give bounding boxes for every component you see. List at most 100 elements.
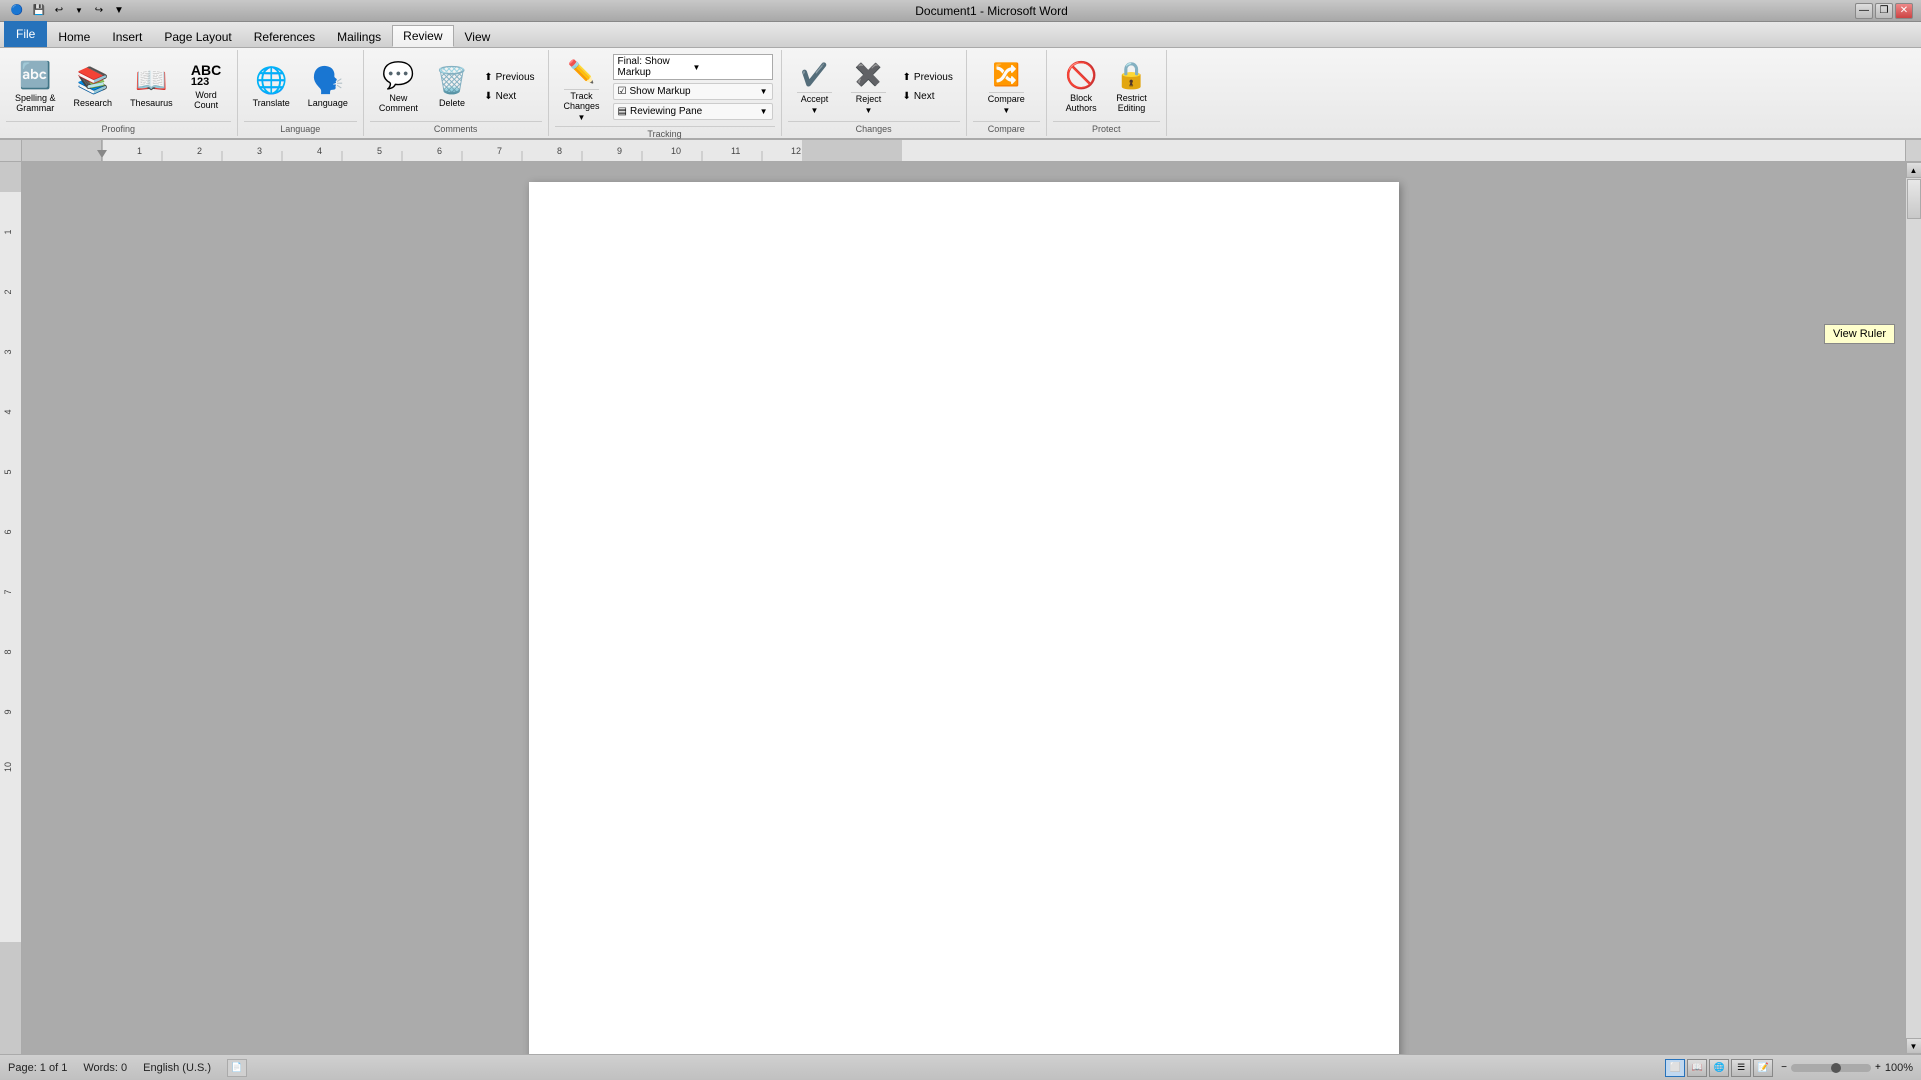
reviewing-pane-icon: ▤ — [618, 106, 627, 117]
reviewing-pane-label: Reviewing Pane — [630, 106, 702, 117]
reject-arrow[interactable]: ▼ — [861, 105, 877, 116]
new-comment-label: New Comment — [379, 93, 418, 113]
quick-access-more-button[interactable]: ▼ — [110, 2, 128, 20]
reject-button[interactable]: ✖️ Reject ▼ — [844, 57, 894, 117]
compare-button[interactable]: 🔀 Compare ▼ — [979, 57, 1034, 117]
language-content: 🌐 Translate 🗣️ Language — [244, 52, 357, 121]
undo-arrow-button[interactable]: ▼ — [70, 2, 88, 20]
tab-home[interactable]: Home — [47, 25, 101, 47]
draft-button[interactable]: 📝 — [1753, 1059, 1773, 1077]
svg-text:10: 10 — [3, 762, 13, 772]
block-authors-button[interactable]: 🚫 Block Authors — [1058, 57, 1104, 116]
tab-insert[interactable]: Insert — [101, 25, 153, 47]
delete-comment-button[interactable]: 🗑️ Delete — [429, 62, 475, 111]
compare-content: 🔀 Compare ▼ — [977, 52, 1036, 121]
zoom-thumb[interactable] — [1831, 1063, 1841, 1073]
close-button[interactable]: ✕ — [1895, 3, 1913, 19]
scroll-up-button[interactable]: ▲ — [1906, 162, 1921, 178]
previous-change-button[interactable]: ⬆ Previous — [898, 69, 958, 86]
language-label: Language — [308, 98, 348, 108]
vertical-scrollbar[interactable]: ▲ ▼ — [1905, 162, 1921, 1054]
window-controls: — ❐ ✕ — [1855, 3, 1913, 19]
translate-button[interactable]: 🌐 Translate — [246, 62, 297, 111]
delete-label: Delete — [439, 98, 465, 108]
tab-mailings[interactable]: Mailings — [326, 25, 392, 47]
new-comment-button[interactable]: 💬 New Comment — [372, 57, 425, 116]
ruler-scrollbar-corner — [1905, 140, 1921, 161]
scroll-track[interactable] — [1906, 178, 1921, 1038]
show-markup-button[interactable]: ☑ Show Markup ▼ — [613, 83, 773, 100]
translate-label: Translate — [253, 98, 290, 108]
thesaurus-button[interactable]: 📖 Thesaurus — [123, 62, 180, 111]
view-ruler-label: View Ruler — [1833, 328, 1886, 340]
zoom-percent[interactable]: 100% — [1885, 1062, 1913, 1074]
scroll-down-button[interactable]: ▼ — [1906, 1038, 1921, 1054]
spelling-grammar-button[interactable]: 🔤 Spelling & Grammar — [8, 57, 63, 116]
page-indicator: Page: 1 of 1 — [8, 1062, 67, 1074]
print-layout-button[interactable]: ⬜ — [1665, 1059, 1685, 1077]
scroll-thumb[interactable] — [1907, 179, 1921, 219]
block-authors-label: Block Authors — [1066, 93, 1097, 113]
group-protect: 🚫 Block Authors 🔒 Restrict Editing Prote… — [1047, 50, 1167, 136]
book-icon-button[interactable]: 📄 — [227, 1059, 247, 1077]
reviewing-pane-button[interactable]: ▤ Reviewing Pane ▼ — [613, 103, 773, 120]
restrict-editing-label: Restrict Editing — [1116, 93, 1147, 113]
track-changes-button[interactable]: ✏️ Track Changes ▼ — [557, 54, 607, 124]
tab-view[interactable]: View — [454, 25, 502, 47]
next-comment-label: Next — [496, 91, 517, 102]
accept-arrow[interactable]: ▼ — [807, 105, 823, 116]
previous-comment-label: Previous — [496, 72, 535, 83]
svg-text:6: 6 — [3, 529, 13, 534]
minimize-button[interactable]: — — [1855, 3, 1873, 19]
outline-button[interactable]: ☰ — [1731, 1059, 1751, 1077]
zoom-slider[interactable] — [1791, 1064, 1871, 1072]
document-area[interactable] — [22, 162, 1905, 1054]
protect-content: 🚫 Block Authors 🔒 Restrict Editing — [1056, 52, 1157, 121]
tab-file[interactable]: File — [4, 21, 47, 47]
view-mode-buttons: ⬜ 📖 🌐 ☰ 📝 — [1665, 1059, 1773, 1077]
compare-label: Compare — [984, 93, 1029, 105]
tab-references[interactable]: References — [243, 25, 326, 47]
accept-button[interactable]: ✔️ Accept ▼ — [790, 57, 840, 117]
zoom-in-button[interactable]: + — [1875, 1062, 1881, 1073]
compare-arrow[interactable]: ▼ — [998, 105, 1014, 116]
language-button[interactable]: 🗣️ Language — [301, 62, 355, 111]
group-comments: 💬 New Comment 🗑️ Delete ⬆ Previous ⬇ Nex… — [364, 50, 549, 136]
next-change-button[interactable]: ⬇ Next — [898, 88, 958, 105]
changes-group-label: Changes — [788, 121, 960, 134]
protect-group-label: Protect — [1053, 121, 1160, 134]
undo-button[interactable]: ↩ — [50, 2, 68, 20]
maximize-button[interactable]: ❐ — [1875, 3, 1893, 19]
web-layout-button[interactable]: 🌐 — [1709, 1059, 1729, 1077]
show-markup-label: Show Markup — [629, 86, 690, 97]
word-count-indicator: Words: 0 — [83, 1062, 127, 1074]
next-comment-button[interactable]: ⬇ Next — [479, 88, 539, 105]
translate-icon: 🌐 — [255, 65, 287, 96]
track-changes-arrow[interactable]: ▼ — [574, 112, 590, 123]
previous-comment-button[interactable]: ⬆ Previous — [479, 69, 539, 86]
previous-change-label: Previous — [914, 72, 953, 83]
tab-page-layout[interactable]: Page Layout — [153, 25, 242, 47]
save-button[interactable]: 💾 — [30, 2, 48, 20]
track-changes-label: Track Changes — [560, 90, 604, 112]
zoom-out-button[interactable]: − — [1781, 1062, 1787, 1073]
main-area: 1 2 3 4 5 6 7 8 9 10 ▲ ▼ View Ruler — [0, 162, 1921, 1054]
svg-text:2: 2 — [3, 289, 13, 294]
word-logo: 🔵 — [8, 2, 26, 20]
tab-review[interactable]: Review — [392, 25, 453, 47]
redo-button[interactable]: ↪ — [90, 2, 108, 20]
word-count-button[interactable]: ABC 123 Word Count — [184, 60, 229, 113]
window-title: Document1 - Microsoft Word — [128, 4, 1855, 18]
restrict-editing-button[interactable]: 🔒 Restrict Editing — [1108, 57, 1154, 116]
document-page[interactable] — [529, 182, 1399, 1054]
vertical-ruler: 1 2 3 4 5 6 7 8 9 10 — [0, 162, 22, 1054]
group-changes: ✔️ Accept ▼ ✖️ Reject ▼ ⬆ Previous ⬇ Nex… — [782, 50, 967, 136]
svg-text:3: 3 — [3, 349, 13, 354]
new-comment-icon: 💬 — [382, 60, 414, 91]
restrict-editing-icon: 🔒 — [1115, 60, 1147, 91]
research-button[interactable]: 📚 Research — [67, 62, 120, 111]
markup-dropdown[interactable]: Final: Show Markup ▼ — [613, 54, 773, 80]
full-reading-button[interactable]: 📖 — [1687, 1059, 1707, 1077]
research-label: Research — [74, 98, 113, 108]
quick-access-toolbar: 💾 ↩ ▼ ↪ ▼ — [30, 2, 128, 20]
